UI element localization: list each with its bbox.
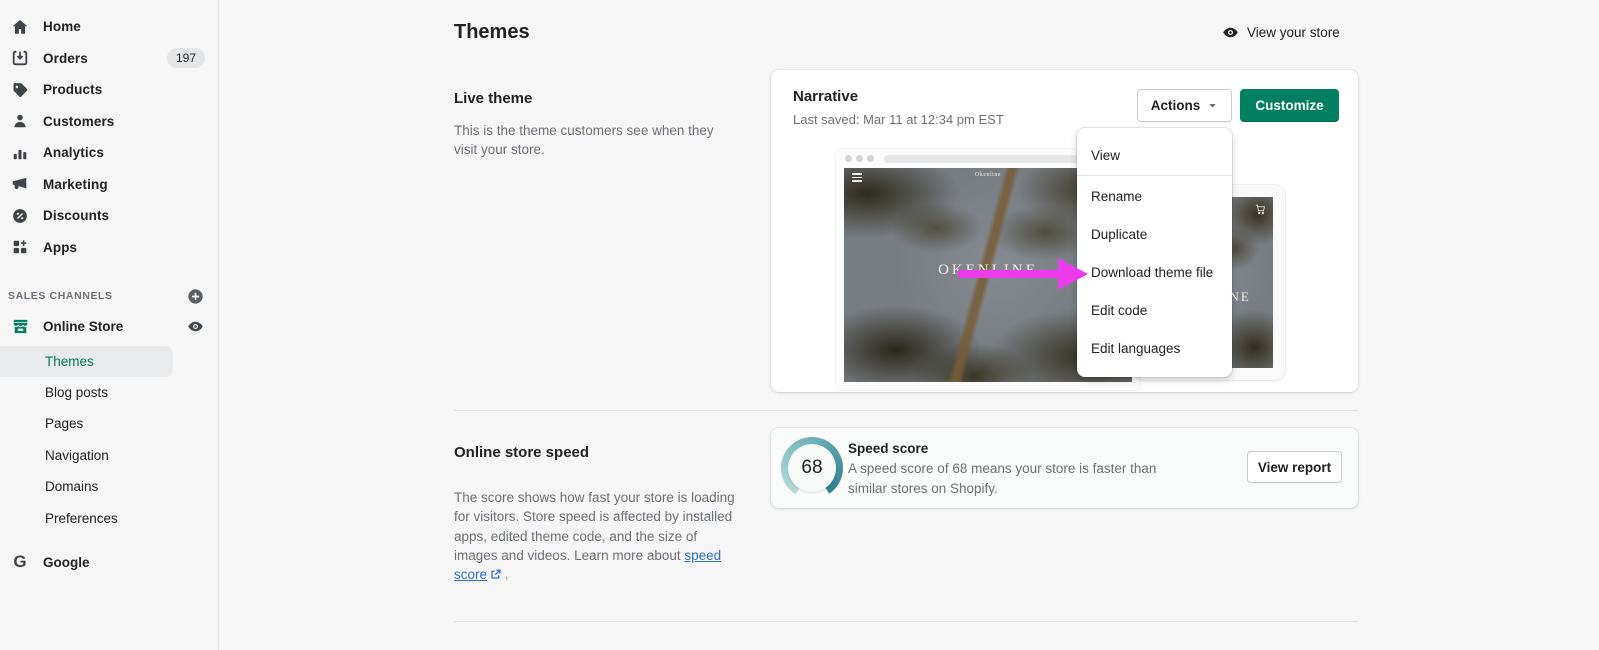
section-divider	[454, 410, 1358, 411]
sidebar-item-discounts[interactable]: Discounts	[0, 200, 218, 232]
analytics-icon	[10, 143, 30, 163]
sidebar-item-themes[interactable]: Themes	[0, 346, 173, 377]
sidebar-item-navigation[interactable]: Navigation	[0, 440, 173, 471]
view-your-store-label: View your store	[1247, 25, 1340, 40]
sidebar-item-label: Marketing	[43, 177, 108, 192]
actions-button[interactable]: Actions	[1137, 89, 1232, 122]
view-report-button[interactable]: View report	[1247, 451, 1342, 483]
speed-score-description: similar stores on Shopify.	[848, 481, 998, 496]
customize-button[interactable]: Customize	[1240, 89, 1339, 122]
apps-icon	[10, 237, 30, 257]
sidebar-item-pages[interactable]: Pages	[0, 408, 173, 439]
theme-name: Narrative	[793, 88, 858, 105]
orders-count-badge: 197	[167, 48, 205, 68]
live-theme-card: Narrative Last saved: Mar 11 at 12:34 pm…	[771, 70, 1358, 392]
products-icon	[10, 80, 30, 100]
sidebar-item-label: Orders	[43, 51, 88, 66]
page-title: Themes	[454, 21, 530, 44]
sidebar-item-label: Apps	[43, 240, 77, 255]
sidebar: Home Orders 197 Products Customers	[0, 0, 219, 650]
sidebar-item-label: Customers	[43, 114, 114, 129]
sidebar-item-label: Products	[43, 82, 102, 97]
live-theme-description: This is the theme customers see when the…	[454, 121, 744, 160]
sidebar-item-blog-posts[interactable]: Blog posts	[0, 377, 173, 408]
google-label: Google	[43, 555, 90, 570]
actions-dropdown-menu: View Rename Duplicate Download theme fil…	[1077, 128, 1232, 377]
menu-divider	[1077, 175, 1232, 176]
speed-score-gauge: 68	[781, 437, 843, 499]
sidebar-item-preferences[interactable]: Preferences	[0, 502, 173, 533]
shopify-admin-page: Home Orders 197 Products Customers	[0, 0, 1599, 650]
menu-item-view[interactable]: View	[1077, 136, 1232, 174]
sidebar-item-domains[interactable]: Domains	[0, 471, 173, 502]
sidebar-item-label: Home	[43, 19, 81, 34]
chevron-down-icon	[1207, 100, 1218, 111]
browser-dot	[856, 155, 863, 162]
sidebar-item-home[interactable]: Home	[0, 11, 218, 43]
menu-item-edit-code[interactable]: Edit code	[1077, 291, 1232, 329]
sidebar-item-label: Discounts	[43, 208, 109, 223]
sidebar-item-online-store[interactable]: Online Store	[0, 311, 218, 343]
section-divider	[454, 621, 1358, 622]
storefront-icon	[10, 317, 30, 337]
sidebar-item-label: Analytics	[43, 145, 104, 160]
orders-icon	[10, 48, 30, 68]
sidebar-item-products[interactable]: Products	[0, 74, 218, 106]
sidebar-item-customers[interactable]: Customers	[0, 106, 218, 138]
speed-score-description: A speed score of 68 means your store is …	[848, 461, 1156, 476]
customers-icon	[10, 111, 30, 131]
view-your-store-link[interactable]: View your store	[1222, 24, 1340, 41]
live-theme-heading: Live theme	[454, 90, 532, 107]
sales-channels-label: SALES CHANNELS	[8, 290, 187, 302]
browser-dot	[845, 155, 852, 162]
discounts-icon	[10, 206, 30, 226]
online-store-label: Online Store	[43, 319, 187, 334]
sidebar-item-analytics[interactable]: Analytics	[0, 137, 218, 169]
add-sales-channel-button[interactable]	[187, 288, 204, 305]
speed-score-value: 68	[788, 444, 836, 492]
sidebar-item-orders[interactable]: Orders 197	[0, 43, 218, 75]
theme-last-saved: Last saved: Mar 11 at 12:34 pm EST	[793, 112, 1004, 127]
speed-score-title: Speed score	[848, 441, 928, 456]
eye-icon	[1222, 24, 1239, 41]
browser-dot	[867, 155, 874, 162]
menu-item-duplicate[interactable]: Duplicate	[1077, 215, 1232, 253]
preview-store-eye-icon[interactable]	[187, 318, 204, 335]
sidebar-item-marketing[interactable]: Marketing	[0, 169, 218, 201]
online-store-subnav: Themes Blog posts Pages Navigation Domai…	[0, 346, 218, 534]
speed-section-description: The score shows how fast your store is l…	[454, 488, 743, 584]
sales-channels-header: SALES CHANNELS	[0, 287, 218, 305]
menu-item-rename[interactable]: Rename	[1077, 177, 1232, 215]
marketing-icon	[10, 174, 30, 194]
speed-score-card: 68 Speed score A speed score of 68 means…	[771, 428, 1358, 508]
external-link-icon	[490, 569, 501, 580]
google-icon: G	[10, 552, 30, 572]
menu-item-download-theme-file[interactable]: Download theme file	[1077, 253, 1232, 291]
menu-item-edit-languages[interactable]: Edit languages	[1077, 329, 1232, 367]
speed-section-heading: Online store speed	[454, 444, 589, 461]
home-icon	[10, 17, 30, 37]
cart-icon	[1255, 204, 1266, 215]
sidebar-item-apps[interactable]: Apps	[0, 232, 218, 264]
sidebar-item-google[interactable]: G Google	[0, 547, 218, 578]
